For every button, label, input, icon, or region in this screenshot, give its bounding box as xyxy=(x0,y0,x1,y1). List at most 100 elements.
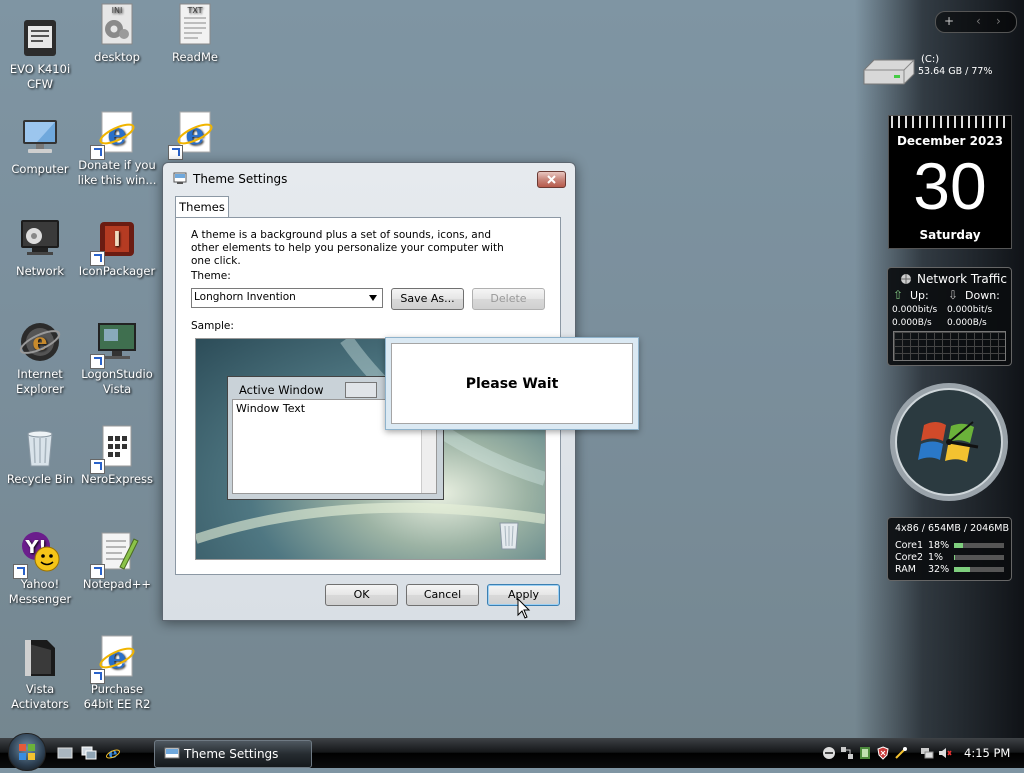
drive-gadget[interactable]: (C:) 53.64 GB / 77% xyxy=(858,50,1018,90)
recycle-bin-icon xyxy=(499,522,519,550)
icon-label: Yahoo! Messenger xyxy=(8,577,72,606)
title-bar[interactable]: Theme Settings xyxy=(163,163,575,193)
notepad-plus-plus-icon xyxy=(90,529,140,579)
delete-button[interactable]: Delete xyxy=(472,288,545,310)
internet-explorer-icon[interactable]: e xyxy=(105,745,121,761)
desktop-icon-vista-activators[interactable]: Vista Activators xyxy=(0,632,80,712)
show-desktop-icon[interactable] xyxy=(57,745,73,761)
please-wait-body: Please Wait xyxy=(391,343,633,424)
close-button[interactable] xyxy=(537,171,566,188)
add-gadget-button[interactable]: + xyxy=(944,14,954,28)
cpu-row-value: 32% xyxy=(928,564,950,575)
network-globe-icon xyxy=(901,274,911,284)
desktop-icon-notepadpp[interactable]: Notepad++ xyxy=(77,527,157,592)
yahoo-messenger-icon: Y! xyxy=(13,529,63,579)
sidebar-controls: + ‹ › xyxy=(935,11,1017,33)
tray-network-icon[interactable] xyxy=(840,746,854,760)
neroexpress-icon xyxy=(90,424,140,474)
calendar-gadget[interactable]: December 2023 30 Saturday xyxy=(888,115,1012,249)
desktop-icon-yahoo[interactable]: Y! Yahoo! Messenger xyxy=(0,527,80,607)
cpu-bar-fill xyxy=(954,567,970,572)
icon-label: Recycle Bin xyxy=(6,472,74,486)
taskbar: e Theme Settings 4:15 PM xyxy=(0,733,1024,771)
tray-minus-icon[interactable] xyxy=(822,746,836,760)
svg-text:e: e xyxy=(109,746,118,761)
recycle-bin-icon xyxy=(17,424,63,470)
up-bits: 0.000bit/s xyxy=(892,305,938,315)
sidebar xyxy=(855,0,1024,738)
network-gadget[interactable]: Network Traffic ⇧ Up: ⇩ Down: 0.000bit/s… xyxy=(887,267,1012,366)
tray-shield-icon[interactable] xyxy=(876,746,890,760)
please-wait-message: Please Wait xyxy=(465,376,559,392)
icon-label: IconPackager xyxy=(78,264,156,278)
internet-shortcut-icon: e xyxy=(90,634,140,684)
up-bytes: 0.000B/s xyxy=(892,318,932,328)
cpu-gadget[interactable]: 4x86 / 654MB / 2046MB Core1 18% Core2 1%… xyxy=(887,517,1012,581)
sample-window-buttons xyxy=(345,382,377,398)
icon-label: Computer xyxy=(11,162,69,176)
icon-label: desktop xyxy=(94,50,140,64)
next-gadget-button[interactable]: › xyxy=(996,14,1001,28)
up-arrow-icon: ⇧ xyxy=(893,288,904,302)
cpu-row-value: 1% xyxy=(928,552,944,563)
desktop-icon-recycle-bin[interactable]: Recycle Bin xyxy=(0,422,80,487)
desktop-icon-readme[interactable]: TXT ReadMe xyxy=(155,0,235,65)
desktop-icon-desktop-ini[interactable]: INI desktop xyxy=(77,0,157,65)
desktop-icon-purchase[interactable]: e Purchase 64bit EE R2 xyxy=(77,632,157,712)
svg-text:e: e xyxy=(107,117,126,152)
desktop-icon-logonstudio[interactable]: LogonStudio Vista xyxy=(77,317,157,397)
prev-gadget-button[interactable]: ‹ xyxy=(976,14,981,28)
svg-text:e: e xyxy=(107,641,126,676)
theme-select[interactable]: Longhorn Invention xyxy=(191,288,383,308)
down-label: Down: xyxy=(965,289,1000,302)
cpu-row: Core1 18% xyxy=(895,540,1007,552)
desktop-icon-network[interactable]: Network xyxy=(0,214,80,279)
desktop-icon-hidden-shortcut[interactable]: e xyxy=(155,108,235,162)
cpu-row-value: 18% xyxy=(928,540,950,551)
calendar-month: December 2023 xyxy=(896,134,1004,148)
text-file-icon: TXT xyxy=(172,2,218,48)
theme-settings-icon xyxy=(164,747,180,759)
cancel-button[interactable]: Cancel xyxy=(406,584,479,606)
tray-security-icon[interactable] xyxy=(858,746,872,760)
network-title: Network Traffic xyxy=(917,272,1007,286)
window-title: Theme Settings xyxy=(193,172,288,186)
tab-themes[interactable]: Themes xyxy=(175,196,229,218)
cpu-row: Core2 1% xyxy=(895,552,1007,564)
quick-launch: e xyxy=(57,745,127,761)
internet-shortcut-icon: e xyxy=(168,110,218,160)
desktop-icon-iconpackager[interactable]: I IconPackager xyxy=(77,214,157,279)
shortcut-arrow-icon xyxy=(90,251,105,266)
svg-text:I: I xyxy=(113,227,120,251)
clock-gadget[interactable] xyxy=(888,381,1010,503)
sample-label: Sample: xyxy=(191,320,234,332)
desktop-icon-donate[interactable]: e Donate if you like this win... xyxy=(77,108,157,188)
cpu-bar xyxy=(954,543,1004,548)
desktop-icon-evo[interactable]: EVO K410i CFW xyxy=(0,12,80,92)
start-button[interactable] xyxy=(8,733,46,771)
ok-button[interactable]: OK xyxy=(325,584,398,606)
tray-monitor-icon[interactable] xyxy=(920,746,934,760)
down-bits: 0.000bit/s xyxy=(947,305,993,315)
svg-text:e: e xyxy=(185,117,204,152)
shortcut-arrow-icon xyxy=(90,564,105,579)
shortcut-arrow-icon xyxy=(90,669,105,684)
shortcut-arrow-icon xyxy=(90,354,105,369)
desktop-icon-neroexpress[interactable]: NeroExpress xyxy=(77,422,157,487)
desktop-icon-ie[interactable]: e Internet Explorer xyxy=(0,317,80,397)
tray-wand-icon[interactable] xyxy=(894,746,908,760)
tray-volume-icon[interactable] xyxy=(938,746,952,760)
svg-text:INI: INI xyxy=(112,6,123,15)
close-icon xyxy=(547,175,556,184)
cpu-row-label: Core1 xyxy=(895,540,924,551)
taskbar-clock[interactable]: 4:15 PM xyxy=(964,746,1010,760)
cpu-bar xyxy=(954,567,1004,572)
down-bytes: 0.000B/s xyxy=(947,318,987,328)
drive-name: (C:) xyxy=(921,54,940,65)
desktop-icon-computer[interactable]: Computer xyxy=(0,112,80,177)
shortcut-arrow-icon xyxy=(90,145,105,160)
taskbar-item-theme-settings[interactable]: Theme Settings xyxy=(154,740,312,768)
switch-windows-icon[interactable] xyxy=(81,745,97,761)
save-as-button[interactable]: Save As... xyxy=(391,288,464,310)
cpu-summary: 4x86 / 654MB / 2046MB xyxy=(895,523,1009,534)
